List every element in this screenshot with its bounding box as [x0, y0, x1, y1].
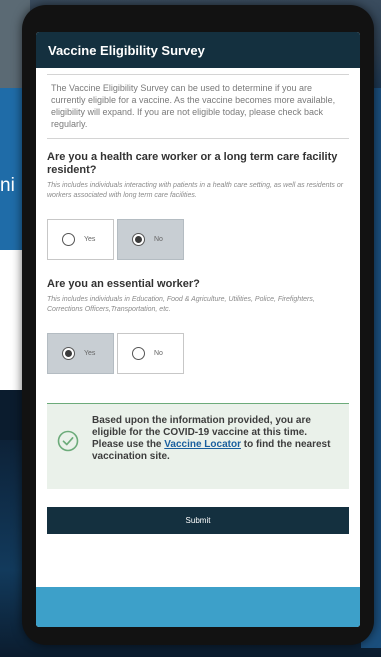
radio-checked-icon[interactable]	[132, 233, 145, 246]
eligibility-result-banner: Based upon the information provided, you…	[47, 403, 349, 489]
health-care-yes-option[interactable]: Yes	[47, 219, 114, 260]
survey-form: The Vaccine Eligibility Survey can be us…	[36, 74, 360, 534]
phone-screen: Vaccine Eligibility Survey The Vaccine E…	[36, 32, 360, 627]
health-care-no-option[interactable]: No	[117, 219, 184, 260]
survey-title: Vaccine Eligibility Survey	[48, 43, 205, 58]
background-banner-text: ni	[0, 175, 15, 196]
health-care-worker-options: Yes No	[47, 219, 349, 260]
footer-bar	[36, 587, 360, 627]
question-health-care-worker: Are you a health care worker or a long t…	[47, 151, 338, 176]
question-essential-worker: Are you an essential worker?	[47, 278, 200, 290]
check-circle-icon	[57, 430, 79, 452]
radio-unchecked-icon[interactable]	[132, 347, 145, 360]
essential-worker-options: Yes No	[47, 333, 349, 374]
survey-header: Vaccine Eligibility Survey	[36, 32, 360, 68]
vaccine-locator-link[interactable]: Vaccine Locator	[164, 439, 241, 450]
essential-yes-option[interactable]: Yes	[47, 333, 114, 374]
radio-checked-icon[interactable]	[62, 347, 75, 360]
eligibility-result-text: Based upon the information provided, you…	[92, 415, 341, 463]
radio-dot	[65, 350, 72, 357]
option-label-no: No	[154, 350, 163, 357]
question-health-care-worker-hint: This includes individuals interacting wi…	[47, 182, 344, 199]
phone-frame: Vaccine Eligibility Survey The Vaccine E…	[22, 5, 374, 645]
option-label-yes: Yes	[84, 350, 96, 357]
radio-unchecked-icon[interactable]	[62, 233, 75, 246]
question-essential-worker-hint: This includes individuals in Education, …	[47, 296, 315, 313]
option-label-yes: Yes	[84, 236, 96, 243]
option-label-no: No	[154, 236, 163, 243]
survey-intro: The Vaccine Eligibility Survey can be us…	[47, 74, 349, 139]
radio-dot	[135, 236, 142, 243]
essential-no-option[interactable]: No	[117, 333, 184, 374]
submit-button[interactable]: Submit	[47, 507, 349, 534]
